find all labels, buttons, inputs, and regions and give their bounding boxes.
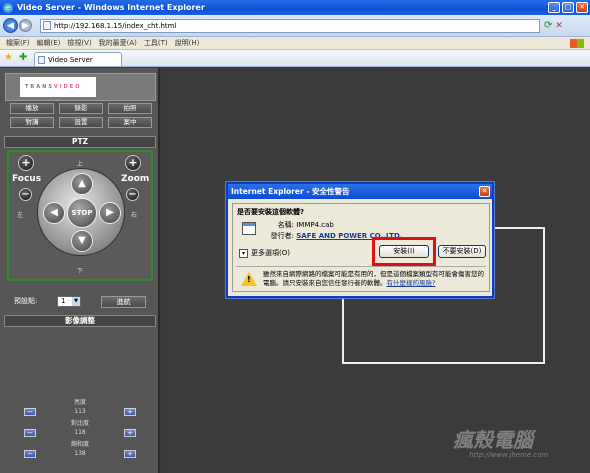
minimize-button[interactable]: _: [548, 2, 560, 13]
brightness-row: 亮度 113 − +: [0, 397, 160, 416]
menu-file[interactable]: 檔案(F): [6, 38, 30, 48]
install-button[interactable]: 安裝(I): [379, 245, 429, 258]
browser-window: e Video Server - Windows Internet Explor…: [0, 0, 590, 473]
menu-favorites[interactable]: 我的最愛(A): [99, 38, 137, 48]
pan-down-button[interactable]: ▼: [71, 230, 93, 252]
file-name: IMMP4.cab: [296, 221, 334, 229]
stop-icon[interactable]: ✕: [555, 21, 563, 31]
pan-up-button[interactable]: ▲: [71, 173, 93, 195]
contrast-label: 對比度: [70, 420, 89, 427]
zoom-label: Zoom: [121, 174, 150, 184]
image-adjust-header: 影像調整: [4, 315, 156, 327]
dir-up-label: 上: [77, 161, 84, 168]
page-icon: [38, 55, 45, 64]
dir-left-label: 左: [17, 212, 24, 219]
menu-tools[interactable]: 工具(T): [144, 38, 168, 48]
contrast-plus-button[interactable]: +: [124, 429, 136, 437]
windows-flag-icon: [570, 38, 584, 48]
settings-button[interactable]: 設置: [59, 117, 103, 128]
pan-left-button[interactable]: ◀: [43, 202, 65, 224]
risk-link[interactable]: 有什麼樣的風險?: [387, 279, 436, 287]
focus-minus-button[interactable]: −: [19, 188, 32, 201]
cab-file-icon: [242, 222, 256, 235]
ptz-header: PTZ: [4, 136, 156, 148]
saturation-row: 飽和度 138 − +: [0, 439, 160, 458]
watermark-url: http://www.jheme.com: [469, 451, 549, 459]
menu-view[interactable]: 檢視(V): [67, 38, 91, 48]
page-icon: [43, 21, 51, 30]
ptz-control: + Focus − + Zoom − 上 左 右 下 ▲ ▼ ◀ ▶ STOP: [7, 150, 153, 281]
refresh-icon[interactable]: ⟳: [544, 20, 552, 31]
dialog-close-button[interactable]: ✕: [479, 186, 490, 197]
warning-icon: !: [241, 272, 257, 286]
ie-logo-icon: e: [3, 2, 13, 13]
brand-logo: TRANSVIDEO: [5, 73, 156, 101]
menu-help[interactable]: 說明(H): [175, 38, 200, 48]
case-button[interactable]: 案中: [108, 117, 152, 128]
dialog-separator: [236, 266, 486, 267]
security-warning-dialog: Internet Explorer - 安全性警告 ✕ 是否要安裝這個軟體? 名…: [226, 182, 494, 298]
more-options-label: 更多選項(O): [251, 249, 290, 257]
tab-label: Video Server: [48, 55, 93, 64]
saturation-plus-button[interactable]: +: [124, 450, 136, 458]
install-question: 是否要安裝這個軟體?: [237, 208, 305, 216]
menu-edit[interactable]: 編輯(E): [37, 38, 61, 48]
address-toolbar: ◀ ▶ http://192.168.1.15/index_cht.html ⟳…: [0, 15, 590, 37]
window-title: Video Server - Windows Internet Explorer: [17, 3, 205, 12]
brightness-label: 亮度: [73, 399, 86, 406]
back-button[interactable]: ◀: [3, 18, 18, 33]
focus-plus-button[interactable]: +: [18, 155, 34, 171]
more-options-toggle[interactable]: ▾ 更多選項(O): [239, 248, 290, 258]
saturation-label: 飽和度: [70, 441, 89, 448]
maximize-button[interactable]: □: [562, 2, 574, 13]
play-button[interactable]: 播放: [10, 103, 54, 114]
contrast-minus-button[interactable]: −: [24, 429, 36, 437]
preset-select[interactable]: 1 ▼: [57, 296, 81, 307]
dialog-title: Internet Explorer - 安全性警告 ✕: [228, 184, 492, 199]
pan-right-button[interactable]: ▶: [99, 202, 121, 224]
zoom-minus-button[interactable]: −: [126, 188, 139, 201]
dir-down-label: 下: [77, 268, 84, 275]
address-url: http://192.168.1.15/index_cht.html: [54, 21, 177, 30]
address-input[interactable]: http://192.168.1.15/index_cht.html: [40, 18, 540, 33]
zoom-plus-button[interactable]: +: [125, 155, 141, 171]
focus-label: Focus: [12, 174, 42, 184]
brightness-minus-button[interactable]: −: [24, 408, 36, 416]
chevron-down-icon: ▾: [239, 248, 248, 258]
control-panel: TRANSVIDEO 播放 錄影 拍照 對講 設置 案中 PTZ + Focus…: [0, 68, 160, 473]
preset-value: 1: [61, 297, 66, 305]
dont-install-button[interactable]: 不要安裝(D): [438, 245, 486, 258]
talk-button[interactable]: 對講: [10, 117, 54, 128]
preset-label: 預設點:: [14, 297, 38, 305]
saturation-minus-button[interactable]: −: [24, 450, 36, 458]
contrast-row: 對比度 118 − +: [0, 418, 160, 437]
favorites-star-icon[interactable]: ★: [4, 52, 15, 63]
stop-button[interactable]: STOP: [67, 198, 97, 228]
go-preset-button[interactable]: 進航: [101, 296, 146, 308]
tab-video-server[interactable]: Video Server: [34, 52, 122, 66]
warning-message: 雖然來自網際網路的檔案可能是有用的，但是這個檔案類型有可能會傷害您的電腦。請只安…: [263, 270, 484, 287]
action-buttons: 播放 錄影 拍照 對講 設置 案中: [10, 103, 152, 128]
close-window-button[interactable]: ✕: [576, 2, 588, 13]
menu-bar: 檔案(F) 編輯(E) 檢視(V) 我的最愛(A) 工具(T) 說明(H): [0, 37, 590, 50]
add-favorites-icon[interactable]: ✚: [19, 52, 30, 63]
snapshot-button[interactable]: 拍照: [108, 103, 152, 114]
dialog-body: 是否要安裝這個軟體? 名稱: IMMP4.cab 發行者: SAFE AND P…: [232, 203, 490, 292]
chevron-down-icon: ▼: [72, 297, 80, 306]
title-bar: e Video Server - Windows Internet Explor…: [0, 0, 590, 15]
forward-button[interactable]: ▶: [19, 19, 32, 32]
watermark: 瘋殼電腦: [453, 428, 533, 452]
record-button[interactable]: 錄影: [59, 103, 103, 114]
direction-pad: ▲ ▼ ◀ ▶ STOP: [37, 168, 125, 256]
name-field: 名稱: IMMP4.cab: [277, 221, 334, 229]
dir-right-label: 右: [131, 212, 138, 219]
brightness-plus-button[interactable]: +: [124, 408, 136, 416]
tab-bar: ★ ✚ Video Server: [0, 50, 590, 67]
